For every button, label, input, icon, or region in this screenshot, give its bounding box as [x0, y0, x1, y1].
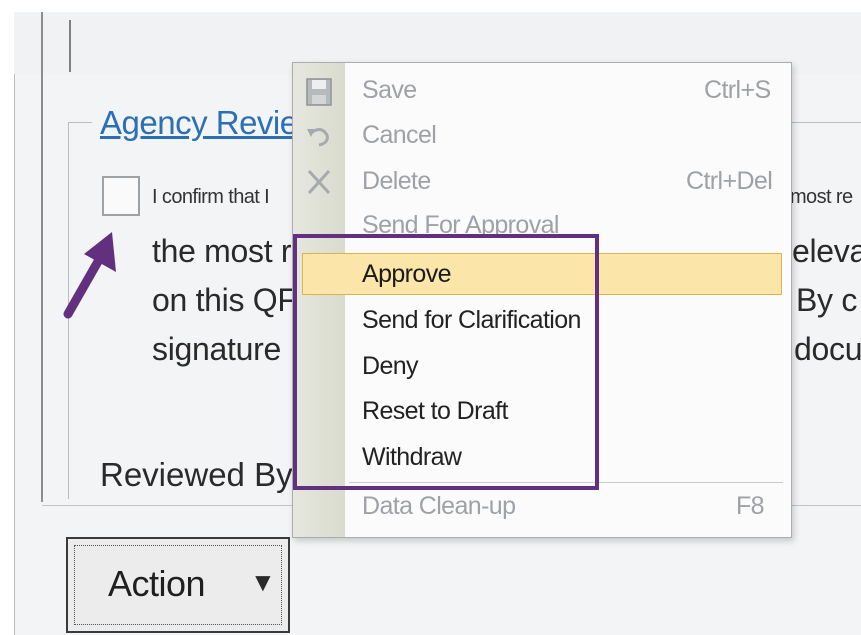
agency-review-link[interactable]: Agency Revie [92, 104, 306, 142]
menu-item-data-clean-up[interactable]: Data Clean-up [362, 492, 516, 521]
confirm-text-continued: most re [790, 186, 853, 208]
attestation-line-1: the most r [152, 233, 292, 269]
menu-shortcut-data-clean-up: F8 [736, 492, 765, 520]
annotation-arrow-icon [63, 232, 116, 319]
action-dropdown-button[interactable]: Action ▼ [66, 537, 290, 633]
attestation-line-1-end: eleva [792, 233, 861, 269]
reviewed-by-label: Reviewed By [100, 456, 293, 493]
confirm-text: I confirm that I [152, 186, 270, 208]
frame-divider [41, 12, 43, 502]
undo-icon [307, 128, 329, 147]
attestation-line-2-end: By c [796, 282, 858, 318]
menu-shortcut-delete: Ctrl+Del [686, 167, 773, 195]
annotation-highlight-box [293, 234, 599, 490]
menu-shortcut-save: Ctrl+S [704, 76, 771, 104]
confirm-checkbox[interactable] [102, 176, 140, 216]
menu-item-delete[interactable]: Delete [362, 167, 431, 196]
action-button-label: Action [108, 563, 206, 604]
attestation-line-2: on this QF [152, 282, 297, 318]
text-cursor-bar [69, 20, 71, 72]
menu-item-cancel[interactable]: Cancel [362, 121, 437, 150]
attestation-line-3-end: docu [794, 331, 861, 367]
chevron-down-icon: ▼ [250, 567, 276, 597]
attestation-line-3: signature [152, 331, 281, 367]
delete-x-icon [307, 169, 331, 195]
menu-item-save[interactable]: Save [362, 76, 417, 105]
save-icon [306, 78, 332, 106]
